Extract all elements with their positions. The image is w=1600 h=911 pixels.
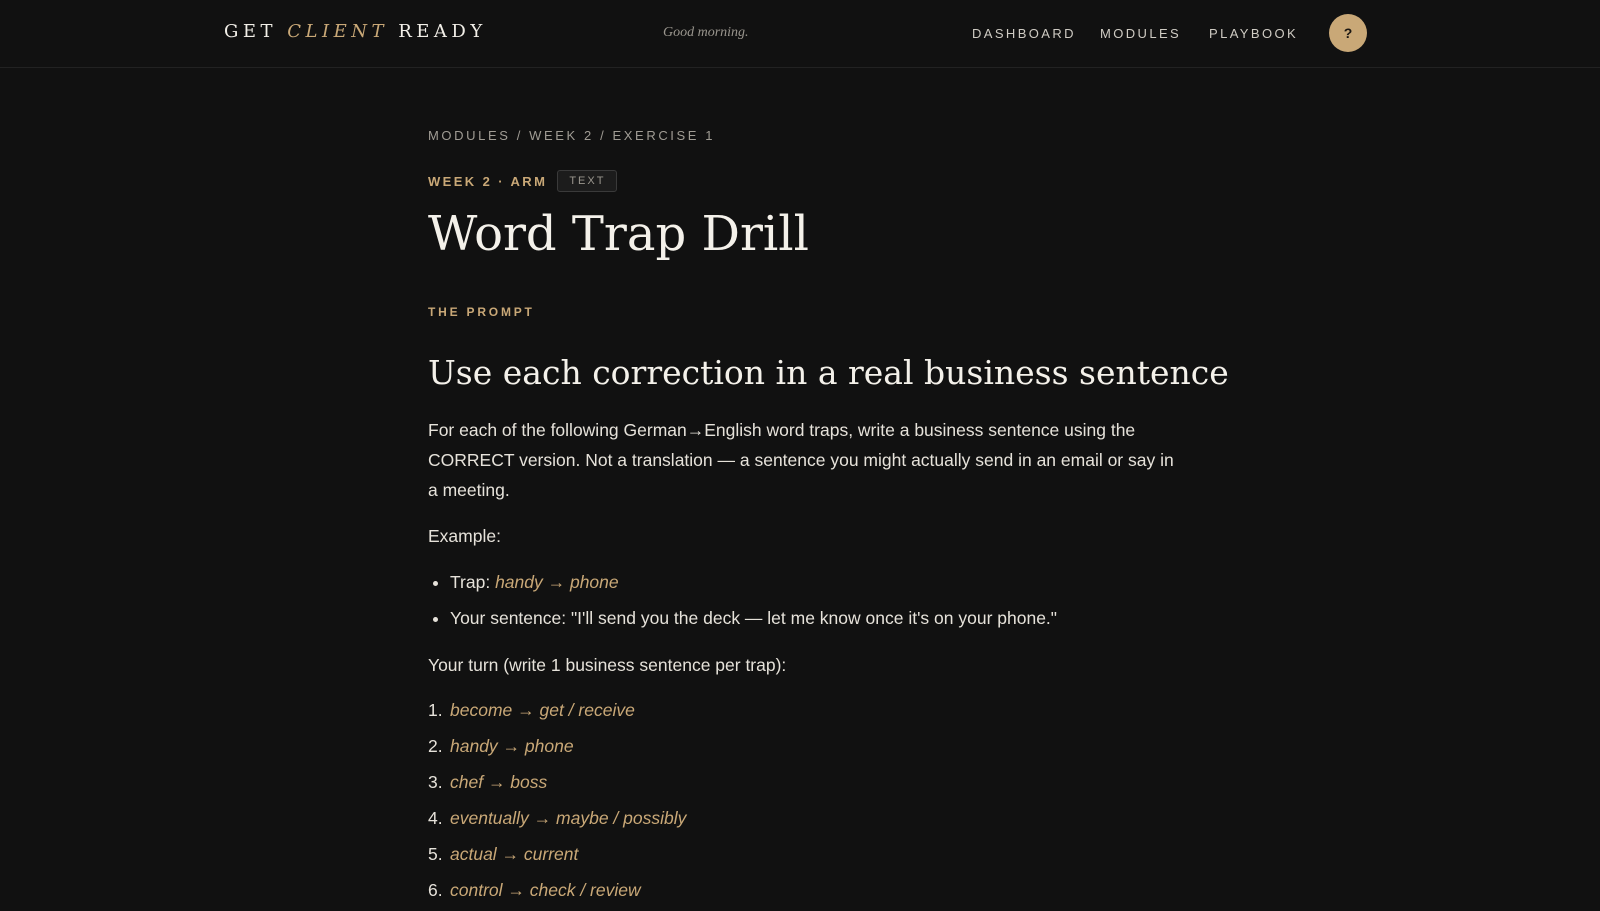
trap-number: 3. <box>428 772 443 792</box>
trap-text: become → get / receive <box>450 700 635 720</box>
trap-text: chef → boss <box>450 772 548 792</box>
help-button[interactable]: ? <box>1329 14 1367 52</box>
breadcrumb-modules[interactable]: MODULES <box>428 128 511 143</box>
greeting-text: Good morning. <box>663 25 749 40</box>
trap-number: 6. <box>428 880 443 900</box>
trap-item: 1. become → get / receive <box>428 695 686 731</box>
example-trap: Trap: handy → phone <box>450 567 1057 603</box>
example-list: Trap: handy → phone Your sentence: "I'll… <box>450 567 1057 639</box>
top-navigation-bar: GET CLIENT READY Good morning. DASHBOARD… <box>0 0 1600 68</box>
exercise-meta: WEEK 2 · ARM TEXT <box>428 170 618 194</box>
week-tag: WEEK 2 · ARM <box>428 173 548 189</box>
prompt-intro: For each of the following German→English… <box>428 420 1174 500</box>
prompt-heading: Use each correction in a real business s… <box>428 353 1229 392</box>
logo-text-part1: GET <box>224 21 288 42</box>
section-label: THE PROMPT <box>428 305 535 319</box>
trap-item: 5. actual → current <box>428 839 686 875</box>
trap-text: control → check / review <box>450 880 641 900</box>
your-turn-label: Your turn (write 1 business sentence per… <box>428 655 787 675</box>
nav-modules[interactable]: MODULES <box>1100 26 1181 41</box>
breadcrumb-week[interactable]: WEEK 2 <box>529 128 594 143</box>
trap-text: actual → current <box>450 844 579 864</box>
breadcrumb-separator: / <box>593 128 613 143</box>
trap-text: eventually → maybe / possibly <box>450 808 687 828</box>
breadcrumb-separator: / <box>510 128 530 143</box>
page-title: Word Trap Drill <box>428 206 809 262</box>
example-label: Example: <box>428 526 501 546</box>
trap-number: 5. <box>428 844 443 864</box>
logo-text-part2: READY <box>387 21 487 42</box>
trap-item: 2. handy → phone <box>428 731 686 767</box>
trap-text: handy → phone <box>450 736 574 756</box>
trap-item: 4. eventually → maybe / possibly <box>428 803 686 839</box>
trap-number: 4. <box>428 808 443 828</box>
trap-list: 1. become → get / receive 2. handy → phone… <box>428 695 686 911</box>
trap-item: 3. chef → boss <box>428 767 686 803</box>
breadcrumb-exercise: EXERCISE 1 <box>612 128 716 143</box>
logo-text-accent: CLIENT <box>287 21 388 42</box>
example-trap-label: Trap: <box>450 572 496 592</box>
example-trap-value: handy → phone <box>495 572 619 592</box>
type-badge: TEXT <box>557 170 618 192</box>
nav-playbook[interactable]: PLAYBOOK <box>1209 26 1298 41</box>
example-sentence: Your sentence: "I'll send you the deck —… <box>450 603 1057 639</box>
trap-number: 1. <box>428 700 443 720</box>
breadcrumb: MODULES / WEEK 2 / EXERCISE 1 <box>428 128 715 143</box>
nav-dashboard[interactable]: DASHBOARD <box>972 26 1076 41</box>
logo[interactable]: GET CLIENT READY <box>224 21 487 42</box>
trap-item: 6. control → check / review <box>428 875 686 911</box>
trap-number: 2. <box>428 736 443 756</box>
